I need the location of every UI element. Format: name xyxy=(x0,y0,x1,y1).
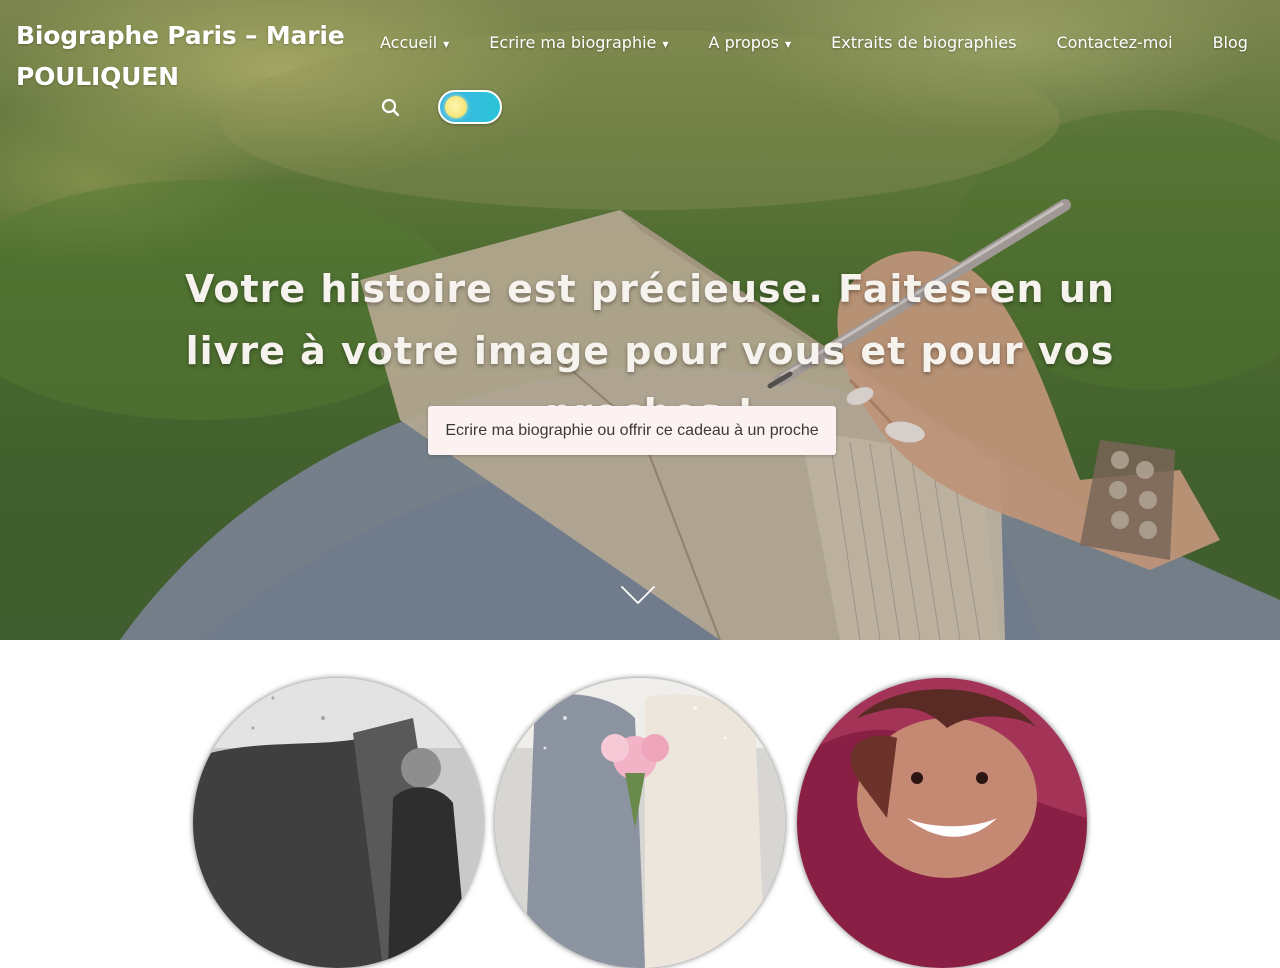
nav-item-contactez-moi[interactable]: Contactez-moi xyxy=(1056,33,1172,52)
site-title[interactable]: Biographe Paris – Marie POULIQUEN xyxy=(16,15,356,97)
dropdown-caret-icon: ▼ xyxy=(443,39,450,49)
nav-item-label: Extraits de biographies xyxy=(831,32,1017,52)
sun-icon xyxy=(445,96,467,118)
nav-item-label: Accueil xyxy=(380,32,438,52)
nav-item-blog[interactable]: Blog xyxy=(1213,33,1248,52)
theme-toggle[interactable] xyxy=(438,90,502,124)
vintage-photo-image xyxy=(193,678,483,968)
dropdown-caret-icon: ▼ xyxy=(662,39,669,49)
search-icon xyxy=(381,98,400,117)
cta-button[interactable]: Ecrire ma biographie ou offrir ce cadeau… xyxy=(428,406,836,455)
dropdown-caret-icon: ▼ xyxy=(785,39,792,49)
chevron-down-icon xyxy=(621,586,655,604)
nav-item-extraits-de-biographies[interactable]: Extraits de biographies xyxy=(831,33,1016,52)
nav-item-label: Contactez-moi xyxy=(1056,32,1173,52)
nav-item-label: A propos xyxy=(708,32,780,52)
feature-image-2[interactable] xyxy=(495,678,785,968)
main-navigation: Accueil ▼ Ecrire ma biographie ▼ A propo… xyxy=(360,22,1260,62)
nav-item-label: Ecrire ma biographie xyxy=(489,32,657,52)
feature-image-1[interactable] xyxy=(193,678,483,968)
scroll-down-button[interactable] xyxy=(620,584,656,606)
search-button[interactable] xyxy=(380,97,402,119)
nav-item-accueil[interactable]: Accueil ▼ xyxy=(380,33,449,52)
nav-item-label: Blog xyxy=(1212,32,1248,52)
nav-item-a-propos[interactable]: A propos ▼ xyxy=(709,33,792,52)
feature-image-3[interactable] xyxy=(797,678,1087,968)
wedding-photo-image xyxy=(495,678,785,968)
nav-item-ecrire-ma-biographie[interactable]: Ecrire ma biographie ▼ xyxy=(489,33,668,52)
smiling-woman-photo-image xyxy=(797,678,1087,968)
